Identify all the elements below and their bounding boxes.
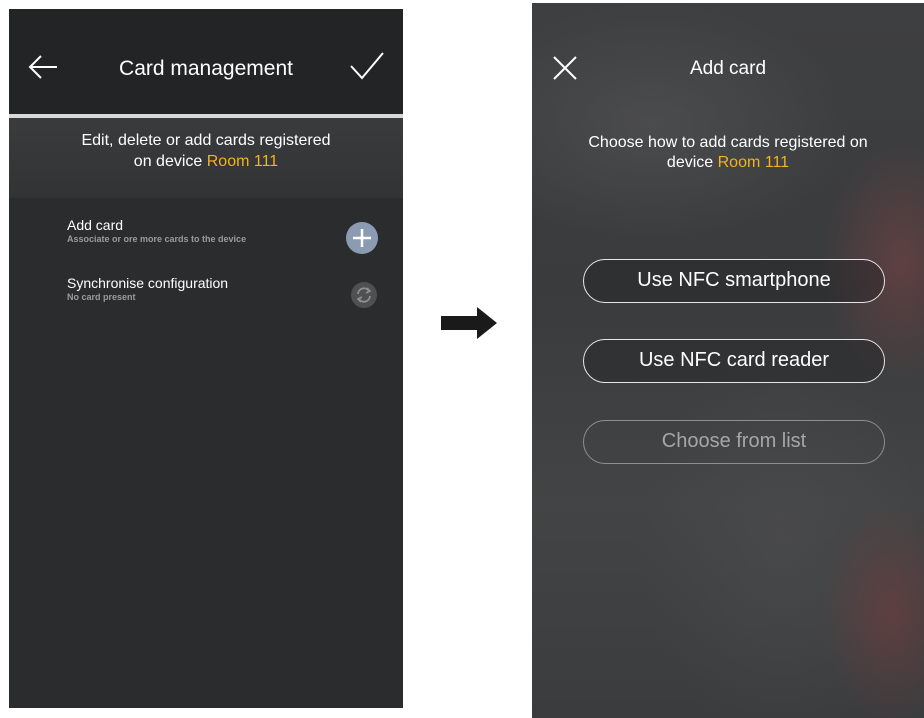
page-title: Add card: [689, 58, 767, 79]
intro-prefix: device: [666, 154, 714, 171]
item-title: Synchronise configuration: [67, 275, 229, 291]
plus-icon: [353, 229, 371, 247]
device-name: Room 111: [717, 154, 790, 171]
intro-text: Edit, delete or add cards registered on …: [9, 130, 403, 172]
intro-text: Choose how to add cards registered on de…: [532, 133, 924, 173]
check-icon[interactable]: [349, 51, 385, 81]
add-card-screen: Add card Choose how to add cards registe…: [532, 3, 924, 718]
use-nfc-smartphone-button[interactable]: Use NFC smartphone: [583, 259, 885, 303]
header-bar: Card management: [9, 9, 403, 118]
intro-line-2: on device Room 111: [9, 151, 403, 172]
item-title: Add card: [67, 217, 124, 233]
sync-icon: [356, 287, 372, 303]
list-item-add-card[interactable]: Add card Associate or ore more cards to …: [67, 217, 357, 246]
card-management-screen: Card management Edit, delete or add card…: [9, 9, 403, 708]
list-item-synchronise[interactable]: Synchronise configuration No card presen…: [67, 275, 357, 304]
use-nfc-card-reader-button[interactable]: Use NFC card reader: [583, 339, 885, 383]
item-subtitle: No card present: [67, 292, 136, 302]
intro-line-1: Edit, delete or add cards registered: [81, 132, 331, 149]
intro-line-1: Choose how to add cards registered on: [588, 134, 868, 151]
intro-line-2: device Room 111: [532, 153, 924, 173]
sync-button[interactable]: [351, 282, 377, 308]
choose-from-list-button[interactable]: Choose from list: [583, 420, 885, 464]
intro-prefix: on device: [133, 153, 203, 170]
device-name: Room 111: [206, 153, 279, 170]
page-title: Card management: [119, 57, 293, 80]
add-card-button[interactable]: [346, 222, 378, 254]
right-arrow-icon: [441, 307, 497, 339]
item-subtitle: Associate or ore more cards to the devic…: [67, 234, 247, 244]
